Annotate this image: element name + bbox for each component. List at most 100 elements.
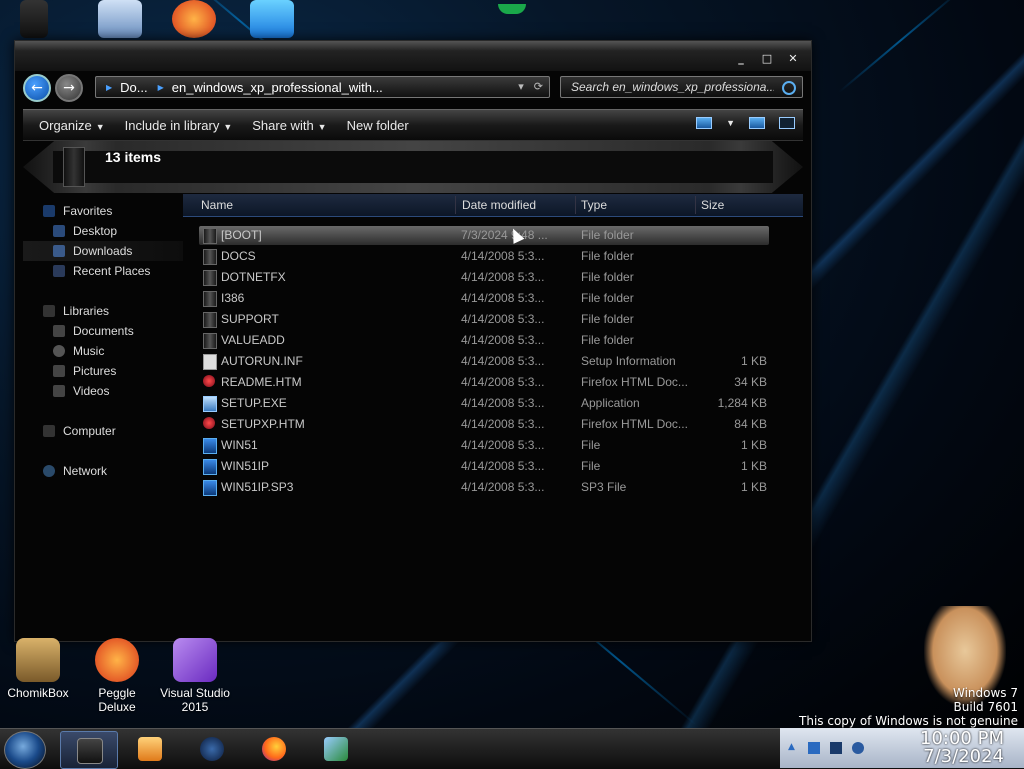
organize-menu[interactable]: Organize ▼ bbox=[29, 118, 115, 133]
breadcrumb-documents[interactable]: Do... bbox=[120, 80, 147, 95]
media-player-icon bbox=[138, 737, 162, 761]
file-row[interactable]: DOCS 4/14/2008 5:3... File folder bbox=[183, 246, 803, 267]
file-row[interactable]: VALUEADD 4/14/2008 5:3... File folder bbox=[183, 330, 803, 351]
preview-pane-icon[interactable] bbox=[749, 117, 765, 129]
sidebar-item-videos[interactable]: Videos bbox=[23, 381, 183, 401]
windows-watermark: Windows 7 Build 7601 This copy of Window… bbox=[799, 686, 1018, 728]
column-header-name[interactable]: Name bbox=[201, 198, 233, 212]
file-size: 34 KB bbox=[734, 375, 767, 389]
navigation-pane: Favorites Desktop Downloads Recent Place… bbox=[23, 201, 183, 631]
desktop-icon-partial[interactable] bbox=[172, 0, 216, 38]
globe-icon bbox=[200, 737, 224, 761]
search-box[interactable] bbox=[560, 76, 803, 98]
file-name: SETUPXP.HTM bbox=[221, 417, 305, 431]
sidebar-label: Recent Places bbox=[73, 264, 151, 278]
action-center-icon[interactable] bbox=[808, 742, 820, 754]
file-row[interactable]: AUTORUN.INF 4/14/2008 5:3... Setup Informa… bbox=[183, 351, 803, 372]
minimize-button[interactable]: _ bbox=[735, 53, 747, 65]
desktop-icon-visual-studio[interactable]: Visual Studio 2015 bbox=[157, 638, 233, 714]
search-icon[interactable] bbox=[782, 81, 796, 95]
taskbar-globe[interactable] bbox=[184, 731, 240, 767]
refresh-icon[interactable]: ⟳ bbox=[534, 80, 543, 93]
include-in-library-menu[interactable]: Include in library ▼ bbox=[115, 118, 243, 133]
breadcrumb-current-folder[interactable]: en_windows_xp_professional_with... bbox=[172, 80, 383, 95]
sidebar-item-favorites[interactable]: Favorites bbox=[23, 201, 183, 221]
taskbar-sync-app[interactable] bbox=[308, 731, 364, 767]
file-row[interactable]: [BOOT] 7/3/2024 9:48 ... File folder bbox=[183, 225, 803, 246]
desktop-icon-peggle[interactable]: Peggle Deluxe bbox=[79, 638, 155, 714]
explorer-icon bbox=[77, 738, 103, 764]
file-row[interactable]: SUPPORT 4/14/2008 5:3... File folder bbox=[183, 309, 803, 330]
sidebar-item-network[interactable]: Network bbox=[23, 461, 183, 481]
taskbar-firefox[interactable] bbox=[246, 731, 302, 767]
file-row[interactable]: WIN51IP.SP3 4/14/2008 5:3... SP3 File 1 KB bbox=[183, 477, 803, 498]
sidebar-item-libraries[interactable]: Libraries bbox=[23, 301, 183, 321]
column-divider[interactable] bbox=[455, 196, 456, 214]
help-icon[interactable] bbox=[779, 117, 795, 129]
close-button[interactable]: ✕ bbox=[787, 53, 799, 65]
file-row[interactable]: SETUP.EXE 4/14/2008 5:3... Application 1,28… bbox=[183, 393, 803, 414]
start-button[interactable] bbox=[4, 731, 46, 769]
sync-app-icon bbox=[324, 737, 348, 761]
file-row[interactable]: I386 4/14/2008 5:3... File folder bbox=[183, 288, 803, 309]
desktop-icon-label: Visual Studio 2015 bbox=[160, 686, 230, 714]
column-divider[interactable] bbox=[575, 196, 576, 214]
navigation-bar: ← → ▶ Do... ▶ en_windows_xp_professional… bbox=[23, 73, 803, 103]
address-bar[interactable]: ▶ Do... ▶ en_windows_xp_professional_wit… bbox=[95, 76, 550, 98]
show-hidden-icons-icon[interactable]: ▲ bbox=[788, 742, 798, 752]
sidebar-item-documents[interactable]: Documents bbox=[23, 321, 183, 341]
file-row[interactable]: DOTNETFX 4/14/2008 5:3... File folder bbox=[183, 267, 803, 288]
sidebar-item-downloads[interactable]: Downloads bbox=[23, 241, 183, 261]
view-options-icon[interactable] bbox=[696, 117, 713, 129]
sidebar-label: Libraries bbox=[63, 304, 110, 318]
file-size: 1 KB bbox=[740, 354, 767, 368]
address-dropdown-icon[interactable]: ▾ bbox=[518, 80, 524, 93]
share-with-menu[interactable]: Share with ▼ bbox=[242, 118, 336, 133]
desktop-icon-partial[interactable] bbox=[20, 0, 48, 38]
file-row[interactable]: WIN51IP 4/14/2008 5:3... File 1 KB bbox=[183, 456, 803, 477]
file-size: 1,284 KB bbox=[717, 396, 767, 410]
title-strip bbox=[15, 41, 811, 51]
file-row[interactable]: README.HTM 4/14/2008 5:3... Firefox HTML D… bbox=[183, 372, 803, 393]
network-tray-icon[interactable] bbox=[830, 742, 842, 754]
system-clock[interactable]: 10:00 PM 7/3/2024 bbox=[920, 730, 1004, 766]
forward-button[interactable]: → bbox=[55, 74, 83, 102]
libraries-icon bbox=[43, 305, 55, 317]
caret-down-icon: ▼ bbox=[223, 121, 233, 132]
back-button[interactable]: ← bbox=[23, 74, 51, 102]
desktop-icon-partial[interactable] bbox=[98, 0, 142, 38]
view-dropdown-icon[interactable]: ▼ bbox=[726, 118, 735, 128]
file-row[interactable]: SETUPXP.HTM 4/14/2008 5:3... Firefox HTML … bbox=[183, 414, 803, 435]
desktop-icon bbox=[53, 225, 65, 237]
column-header-size[interactable]: Size bbox=[701, 198, 724, 212]
file-row[interactable]: WIN51 4/14/2008 5:3... File 1 KB bbox=[183, 435, 803, 456]
column-header-type[interactable]: Type bbox=[581, 198, 607, 212]
sidebar-item-desktop[interactable]: Desktop bbox=[23, 221, 183, 241]
sidebar-item-music[interactable]: Music bbox=[23, 341, 183, 361]
sidebar-item-recent-places[interactable]: Recent Places bbox=[23, 261, 183, 281]
desktop-icon-partial[interactable] bbox=[250, 0, 294, 38]
maximize-button[interactable]: □ bbox=[761, 53, 773, 65]
file-type: Setup Information bbox=[581, 354, 676, 368]
file-name: SETUP.EXE bbox=[221, 396, 287, 410]
folder-icon bbox=[203, 291, 217, 307]
pictures-icon bbox=[53, 365, 65, 377]
sidebar-item-pictures[interactable]: Pictures bbox=[23, 361, 183, 381]
search-input[interactable] bbox=[569, 79, 776, 95]
file-name: I386 bbox=[221, 291, 245, 305]
column-header-date[interactable]: Date modified bbox=[462, 198, 536, 212]
sidebar-item-computer[interactable]: Computer bbox=[23, 421, 183, 441]
new-folder-button[interactable]: New folder bbox=[337, 118, 419, 133]
file-size: 1 KB bbox=[740, 438, 767, 452]
file-date: 4/14/2008 5:3... bbox=[461, 438, 545, 452]
taskbar-explorer[interactable] bbox=[60, 731, 118, 769]
volume-icon[interactable] bbox=[852, 742, 864, 754]
sidebar-label: Computer bbox=[63, 424, 116, 438]
file-type: File bbox=[581, 438, 601, 452]
file-date: 4/14/2008 5:3... bbox=[461, 354, 545, 368]
file-name: DOCS bbox=[221, 249, 256, 263]
column-divider[interactable] bbox=[695, 196, 696, 214]
title-bar[interactable]: _ □ ✕ bbox=[15, 41, 811, 71]
taskbar-media-player[interactable] bbox=[122, 731, 178, 767]
desktop-icon-chomikbox[interactable]: ChomikBox bbox=[0, 638, 76, 700]
